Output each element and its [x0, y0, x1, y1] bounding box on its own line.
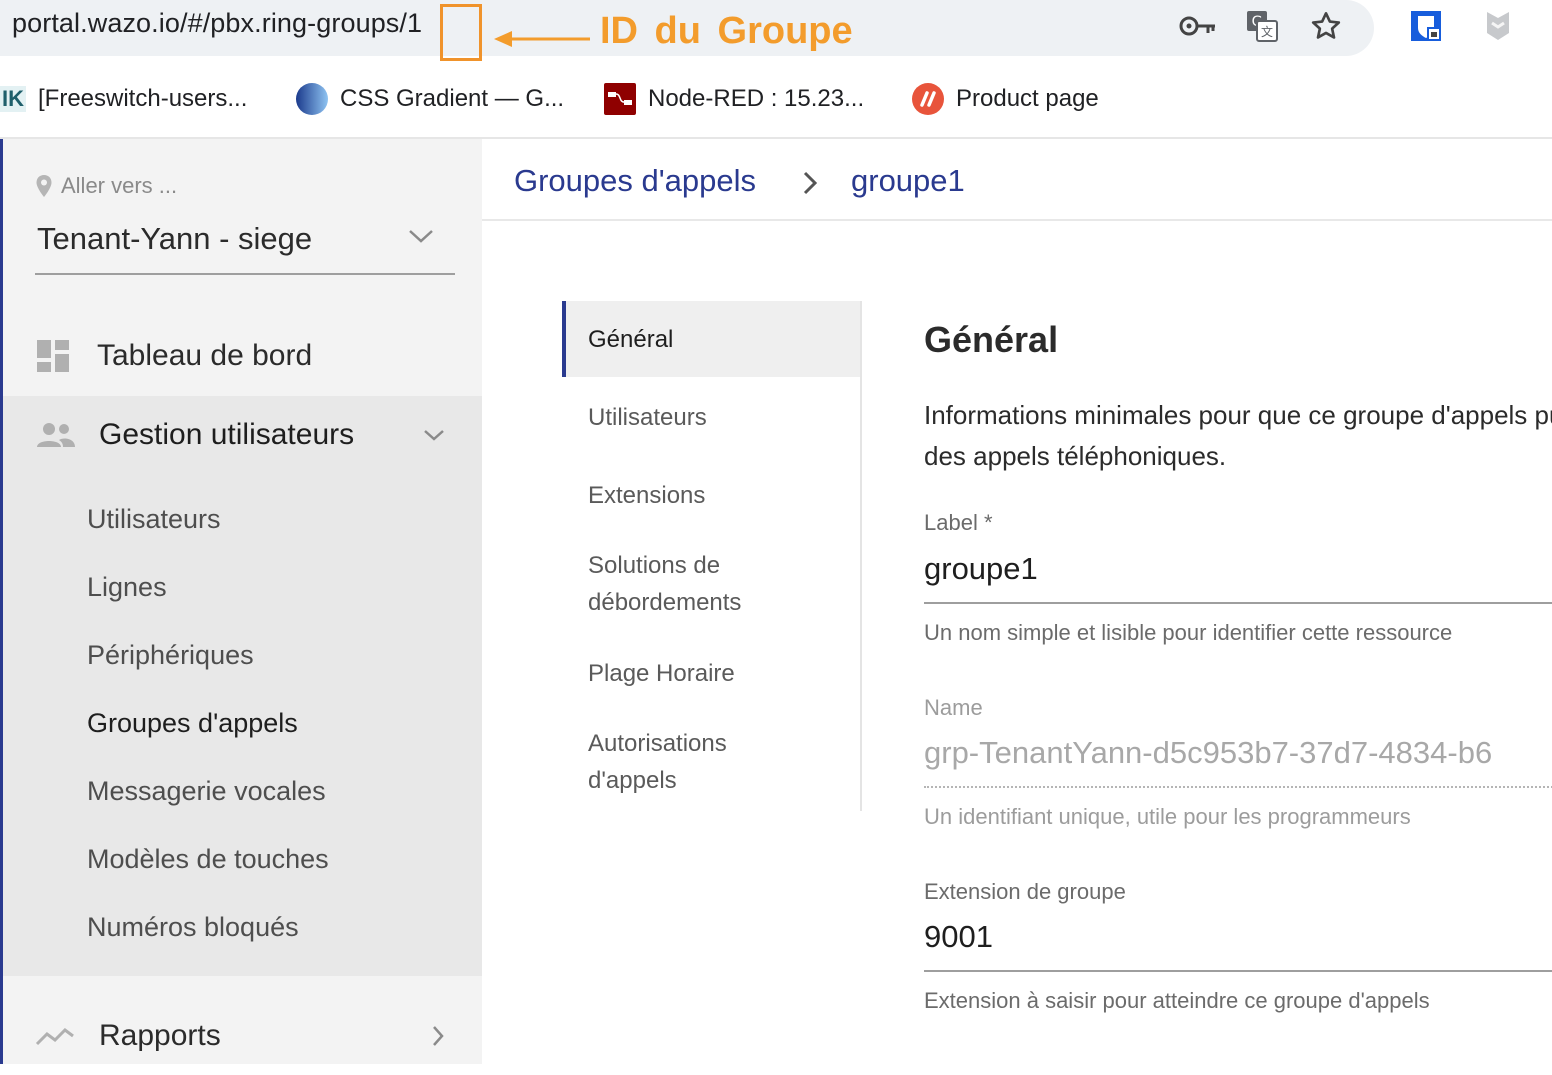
annotation-label: ID du Groupe	[600, 10, 853, 52]
tab-users[interactable]: Utilisateurs	[562, 399, 860, 436]
bookmarks-bar: IK [Freeswitch-users... CSS Gradient — G…	[0, 70, 1552, 128]
svg-text:文: 文	[1261, 24, 1273, 39]
freeswitch-favicon: IK	[0, 86, 26, 112]
section-title: Général	[924, 319, 1059, 360]
label-field-help: Un nom simple et lisible pour identifier…	[924, 620, 1453, 645]
tab-fallbacks[interactable]: Solutions de débordements	[562, 547, 822, 621]
goto-label: Aller vers ...	[61, 173, 178, 198]
sidebar-item-blocked-numbers[interactable]: Numéros bloqués	[87, 912, 299, 943]
bookmark-label: Node-RED : 15.23...	[648, 85, 865, 112]
sidebar-item-voicemails[interactable]: Messagerie vocales	[87, 776, 326, 807]
nav-reports-label: Rapports	[99, 1019, 221, 1052]
tab-extensions[interactable]: Extensions	[562, 477, 860, 514]
key-icon[interactable]	[1178, 6, 1218, 46]
tab-general[interactable]: Général	[562, 301, 860, 377]
nav-user-management-label: Gestion utilisateurs	[99, 418, 355, 451]
location-pin-icon	[36, 175, 52, 197]
extension-field-help: Extension à saisir pour atteindre ce gro…	[924, 988, 1430, 1013]
tenant-name: Tenant-Yann - siege	[37, 221, 313, 256]
bookmark-label: CSS Gradient — G...	[340, 85, 565, 112]
tenant-selector[interactable]: Tenant-Yann - siege	[35, 217, 455, 275]
annotation-arrow	[494, 31, 590, 47]
general-form: Général Informations minimales pour que …	[924, 139, 1552, 1064]
sidebar-item-users[interactable]: Utilisateurs	[87, 504, 221, 535]
chevron-down-icon	[409, 230, 433, 243]
sidebar-item-ring-groups[interactable]: Groupes d'appels	[87, 708, 298, 739]
goto-search[interactable]: Aller vers ...	[35, 173, 177, 199]
breadcrumb-parent-link[interactable]: Groupes d'appels	[514, 163, 756, 199]
sidebar: Aller vers ... Tenant-Yann - siege Table…	[0, 139, 482, 1064]
dashboard-icon	[37, 340, 69, 372]
chevron-right-icon	[803, 171, 818, 195]
users-icon	[37, 423, 75, 447]
name-field-help: Un identifiant unique, utile pour les pr…	[924, 804, 1411, 829]
translate-icon[interactable]: G文	[1242, 6, 1282, 46]
section-description: Informations minimales pour que ce group…	[924, 400, 1552, 471]
bitwarden-icon[interactable]	[1406, 6, 1446, 46]
sidebar-item-lines[interactable]: Lignes	[87, 572, 167, 603]
annotation-highlight-box	[440, 4, 482, 61]
name-field-label: Name	[924, 695, 983, 720]
bookmark-node-red[interactable]: Node-RED : 15.23...	[604, 82, 864, 116]
sidebar-item-devices[interactable]: Périphériques	[87, 640, 254, 671]
node-red-favicon	[604, 83, 636, 115]
main-content: Groupes d'appels groupe1 Général Utilisa…	[482, 139, 1552, 1064]
nav-dashboard-label: Tableau de bord	[97, 339, 313, 372]
bookmark-freeswitch[interactable]: IK [Freeswitch-users...	[0, 82, 247, 116]
tab-schedule[interactable]: Plage Horaire	[562, 655, 860, 692]
nav-reports[interactable]: Rapports	[3, 997, 482, 1075]
name-input: grp-TenantYann-d5c953b7-37d7-4834-b6	[924, 735, 1552, 788]
star-icon[interactable]	[1306, 6, 1346, 46]
css-gradient-favicon	[296, 83, 328, 115]
chevron-right-icon	[433, 1026, 444, 1046]
bookmark-product-page[interactable]: Product page	[912, 82, 1099, 116]
form-section-nav: Général Utilisateurs Extensions Solution…	[562, 301, 862, 811]
extension-input[interactable]: 9001	[924, 919, 1552, 972]
reports-chart-icon	[35, 1028, 74, 1046]
nav-user-management[interactable]: Gestion utilisateurs	[3, 396, 482, 474]
product-page-favicon	[912, 83, 944, 115]
bookmark-label: Product page	[956, 85, 1099, 112]
nav-dashboard[interactable]: Tableau de bord	[3, 317, 482, 395]
label-input[interactable]: groupe1	[924, 551, 1552, 604]
chevron-down-icon	[424, 430, 444, 441]
bookmark-css-gradient[interactable]: CSS Gradient — G...	[296, 82, 564, 116]
tab-call-permissions[interactable]: Autorisations d'appels	[562, 725, 792, 799]
extension-field-label: Extension de groupe	[924, 879, 1126, 904]
url-text[interactable]: portal.wazo.io/#/pbx.ring-groups/1	[12, 8, 422, 39]
extension-shield-icon[interactable]	[1478, 6, 1518, 46]
bookmark-label: [Freeswitch-users...	[38, 85, 248, 112]
sidebar-item-func-key-templates[interactable]: Modèles de touches	[87, 844, 329, 875]
user-management-section: Gestion utilisateurs Utilisateurs Lignes…	[3, 396, 482, 976]
label-field-label: Label *	[924, 510, 993, 535]
